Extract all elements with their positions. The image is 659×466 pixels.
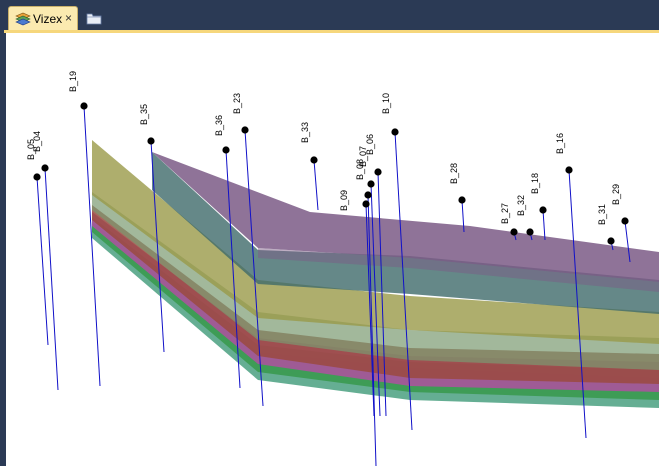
borehole-collar [510, 228, 518, 236]
vizex-window: Vizex × B_19 B_04 B_05 B_35 B_36 B_23 B_33 B_06… [0, 0, 659, 466]
borehole-label: B_33 [300, 122, 310, 143]
borehole-label: B_16 [555, 133, 565, 154]
borehole-label: B_32 [516, 195, 526, 216]
borehole-collar [539, 206, 547, 214]
borehole-trace [542, 209, 546, 241]
folder-icon[interactable] [86, 11, 102, 25]
borehole-label: B_09 [339, 190, 349, 211]
borehole-trace [44, 167, 59, 391]
borehole-label: B_23 [232, 93, 242, 114]
3d-viewport[interactable]: B_19 B_04 B_05 B_35 B_36 B_23 B_33 B_06 B_07 B_08… [6, 33, 659, 466]
borehole-label: B_28 [449, 163, 459, 184]
borehole-trace [313, 159, 319, 211]
borehole-label: B_29 [611, 184, 621, 205]
borehole-collar [565, 166, 573, 174]
borehole-collar [621, 217, 629, 225]
borehole-collar [607, 237, 615, 245]
layers-icon [15, 12, 31, 26]
borehole-collar [391, 128, 399, 136]
borehole-collar [458, 196, 466, 204]
borehole-label: B_08 [355, 159, 365, 180]
borehole-label: B_27 [500, 203, 510, 224]
borehole-collar [80, 102, 88, 110]
borehole-collar [222, 146, 230, 154]
borehole-collar [526, 228, 534, 236]
borehole-collar [362, 200, 370, 208]
borehole-label: B_18 [530, 173, 540, 194]
geology-scene[interactable]: B_19B_04B_05B_35B_36B_23B_33B_06B_07B_08… [6, 33, 659, 466]
tab-strip: Vizex × [4, 4, 659, 30]
tab-vizex[interactable]: Vizex × [8, 6, 78, 30]
borehole-collar [147, 137, 155, 145]
borehole-collar [310, 156, 318, 164]
borehole-collar [364, 191, 372, 199]
borehole-label: B_35 [139, 104, 149, 125]
close-icon[interactable]: × [65, 11, 72, 25]
borehole-collar [241, 126, 249, 134]
borehole-collar [41, 164, 49, 172]
borehole-label: B_36 [214, 115, 224, 136]
borehole-label: B_10 [381, 93, 391, 114]
borehole-label: B_05 [26, 139, 36, 160]
borehole-collar [33, 173, 41, 181]
tab-label: Vizex [33, 12, 63, 26]
borehole-label: B_31 [597, 204, 607, 225]
borehole-collar [374, 168, 382, 176]
borehole-collar [367, 180, 375, 188]
borehole-label: B_19 [68, 71, 78, 92]
borehole-trace [36, 176, 49, 346]
